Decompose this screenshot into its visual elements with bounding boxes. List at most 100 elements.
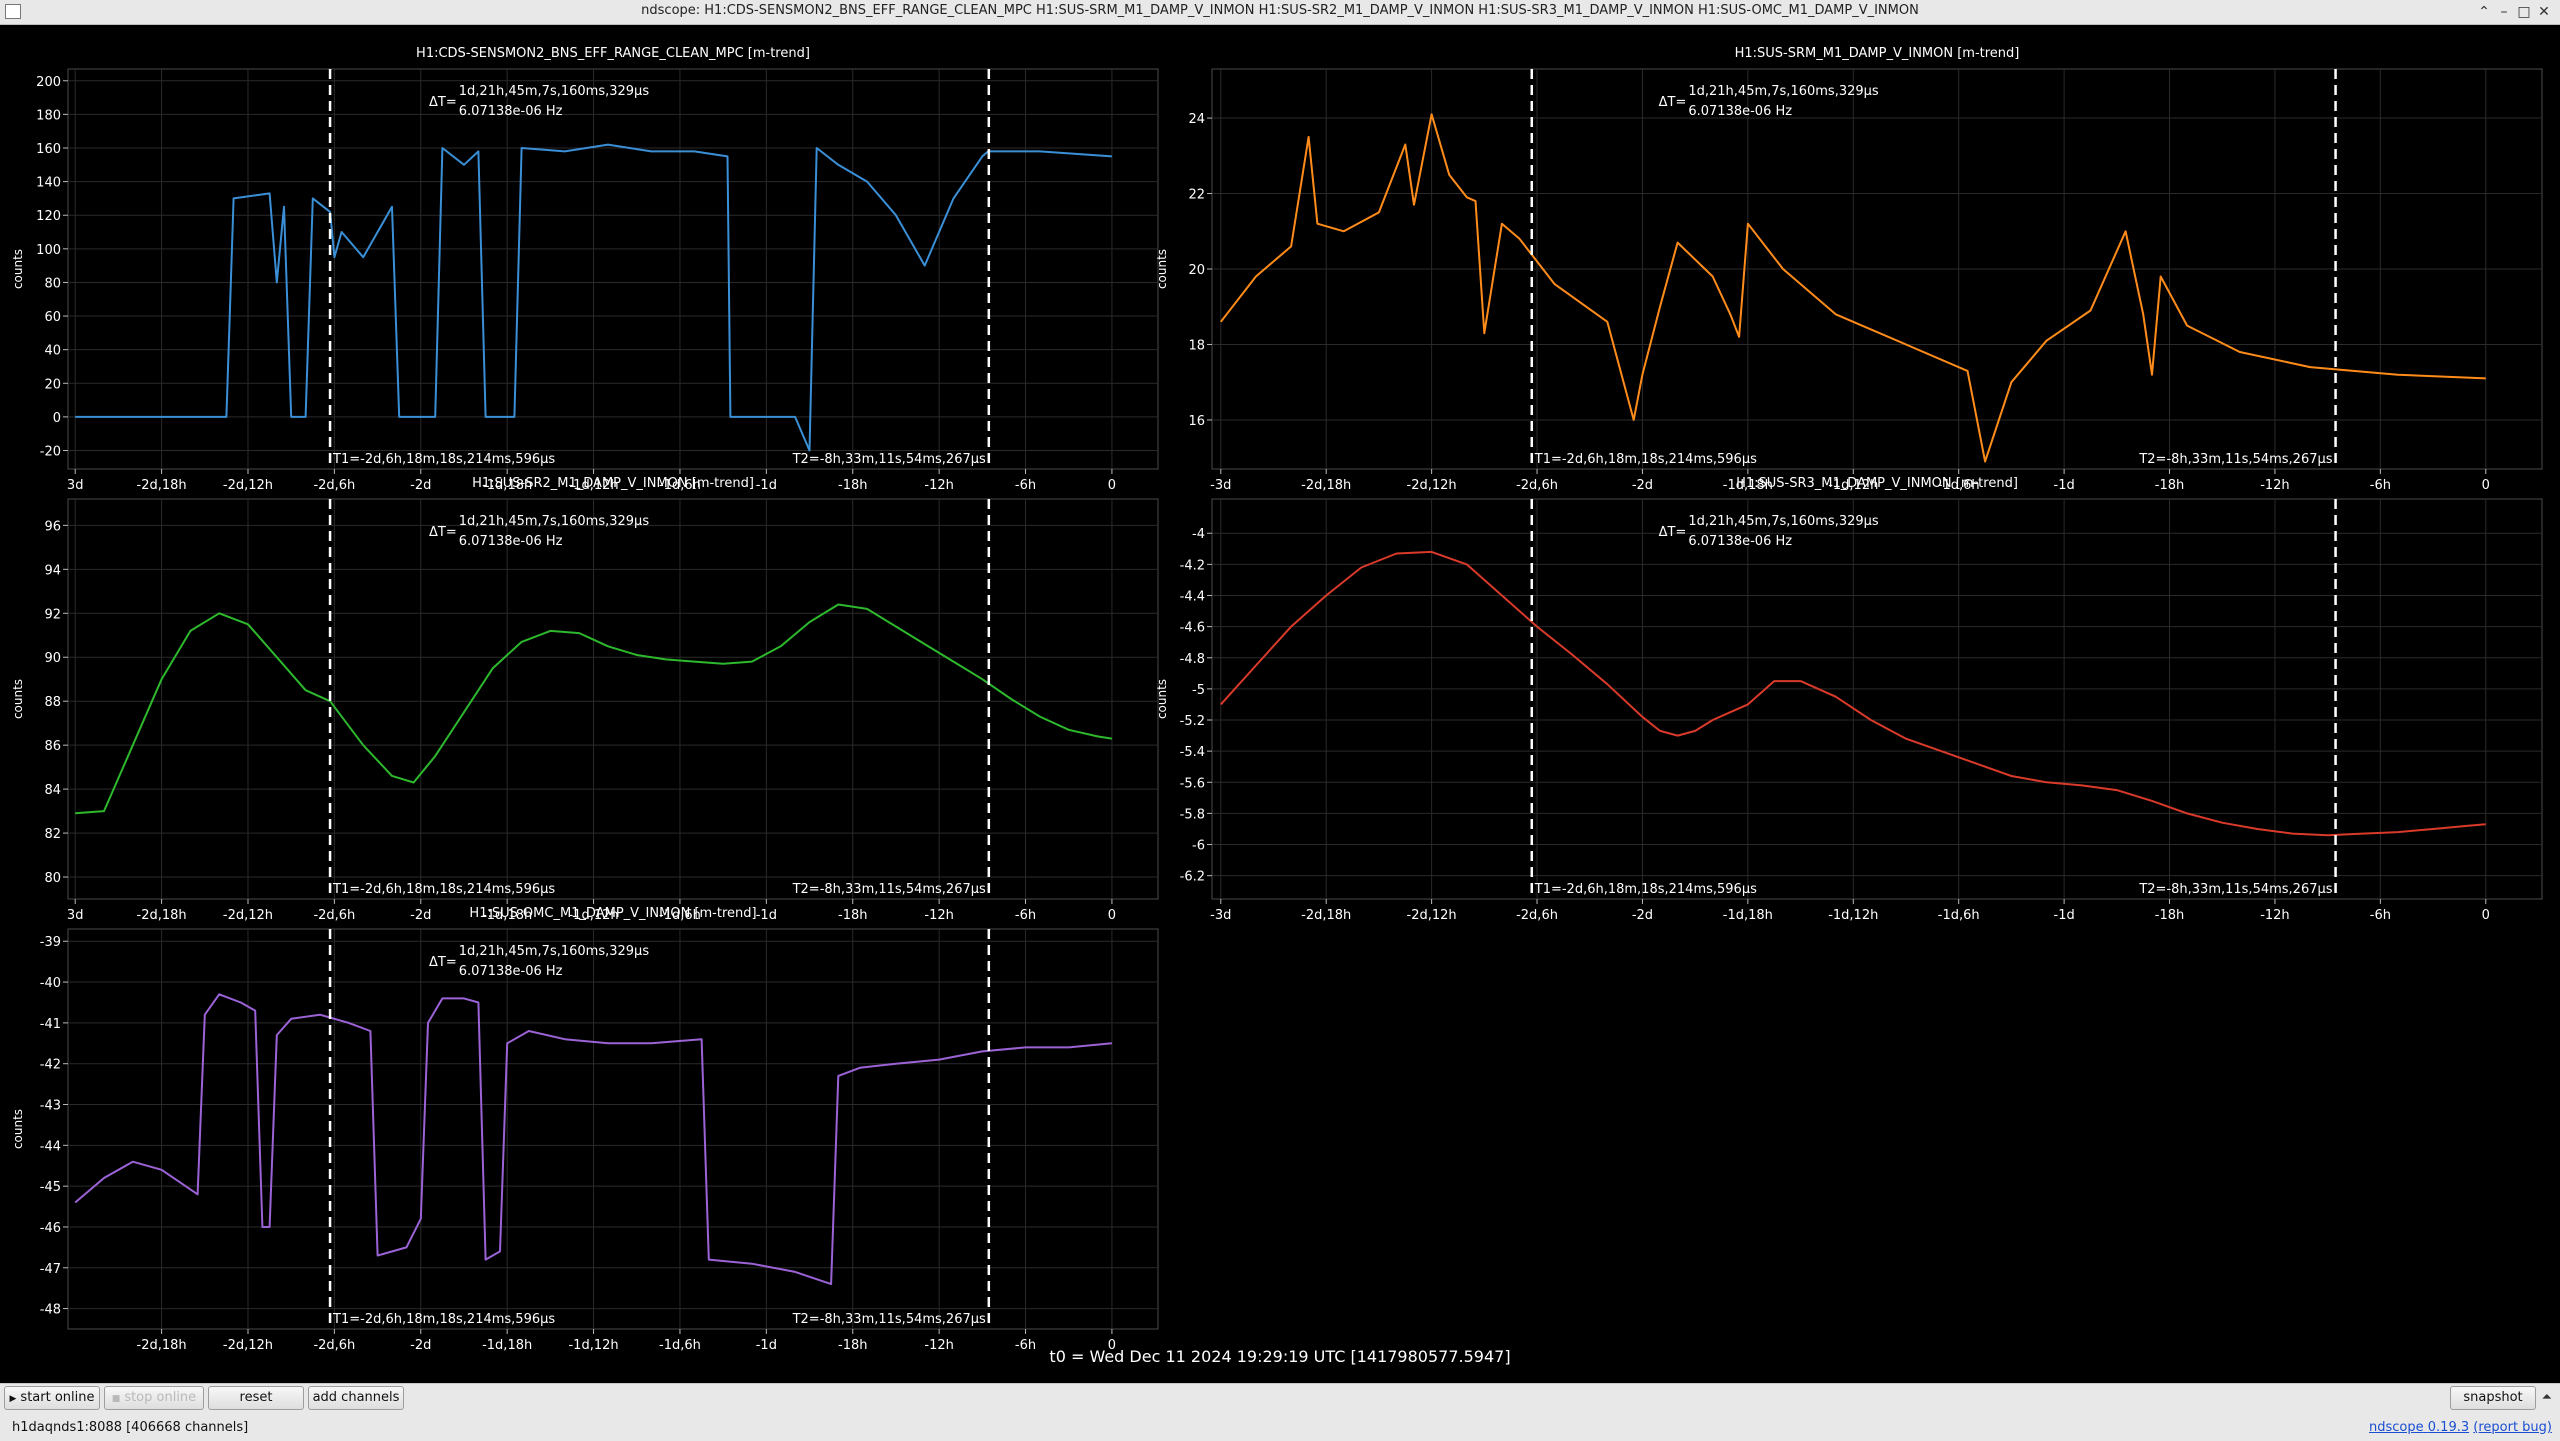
x-tick-label: -1d,18h	[1723, 908, 1773, 923]
x-tick-label: 0	[1108, 478, 1116, 493]
y-tick-label: -41	[40, 1017, 61, 1032]
x-tick-label: -6h	[1015, 908, 1036, 923]
x-tick-label: -3d	[1210, 908, 1231, 923]
plot-4[interactable]: H1:SUS-SR3_M1_DAMP_V_INMON [m-trend] -6.2…	[1155, 476, 2543, 923]
delta-t-label: ΔT=	[1659, 525, 1687, 540]
y-tick-label: -5	[1192, 683, 1205, 698]
x-tick-label: -2d,6h	[1516, 908, 1558, 923]
plot-3[interactable]: H1:SUS-SR2_M1_DAMP_V_INMON [m-trend] 80 82…	[11, 476, 1159, 923]
x-tick-label: -12h	[2260, 478, 2289, 493]
x-tick-label: -2d	[1632, 478, 1653, 493]
y-tick-label: 60	[44, 310, 61, 325]
y-tick-label: 88	[44, 695, 61, 710]
y-tick-label: 160	[36, 142, 61, 157]
cursor-t2-label: T2=-8h,33m,11s,54ms,267µs	[792, 1312, 986, 1327]
y-tick-label: -44	[40, 1139, 61, 1154]
y-tick-label: -39	[40, 935, 61, 950]
window-extra-button[interactable]: ⌃	[2474, 2, 2494, 22]
x-tick-label: -1d	[2054, 908, 2075, 923]
x-tick-label: -2d,12h	[1407, 478, 1457, 493]
plot-2[interactable]: H1:SUS-SRM_M1_DAMP_V_INMON [m-trend] 16 18…	[1155, 46, 2543, 493]
y-tick-label: 20	[44, 377, 61, 392]
x-tick-label: 0	[1108, 908, 1116, 923]
y-tick-label: 80	[44, 871, 61, 886]
x-tick-label: -1d,6h	[1938, 908, 1980, 923]
plot-frame	[67, 498, 1159, 900]
y-tick-label: 90	[44, 651, 61, 666]
y-tick-label: -6	[1192, 839, 1205, 854]
x-tick-label: -18h	[838, 478, 867, 493]
add-channels-button[interactable]: add channels	[308, 1386, 404, 1410]
y-tick-label: 80	[44, 276, 61, 291]
toolbar: ▶ start online ■ stop online reset add cha…	[0, 1383, 2560, 1441]
y-tick-label: 20	[1188, 263, 1205, 278]
version-link[interactable]: ndscope 0.19.3	[2369, 1420, 2469, 1435]
x-tick-label: -12h	[2260, 908, 2289, 923]
y-tick-label: -43	[40, 1099, 61, 1114]
y-tick-label: -45	[40, 1180, 61, 1195]
plot-frame	[67, 928, 1159, 1330]
play-icon: ▶	[9, 1394, 17, 1404]
plot-1[interactable]: H1:CDS-SENSMON2_BNS_EFF_RANGE_CLEAN_MPC …	[11, 46, 1159, 493]
y-tick-label: -4.4	[1180, 589, 1205, 604]
x-tick-label: -12h	[924, 908, 953, 923]
y-tick-label: 22	[1188, 188, 1205, 203]
x-tick-label: -18h	[2155, 478, 2184, 493]
close-button[interactable]: ✕	[2534, 2, 2554, 22]
collapse-arrow-icon[interactable]: ⏶	[2542, 1390, 2552, 1405]
x-tick-label: -2d	[1632, 908, 1653, 923]
y-tick-label: -48	[40, 1303, 61, 1318]
cursor-t1-label: T1=-2d,6h,18m,18s,214ms,596µs	[332, 1312, 555, 1327]
y-tick-label: -5.6	[1180, 776, 1205, 791]
delta-t-value: 1d,21h,45m,7s,160ms,329µs	[1688, 84, 1879, 99]
cursor-t1-label: T1=-2d,6h,18m,18s,214ms,596µs	[332, 452, 555, 467]
plot-title: H1:SUS-SR2_M1_DAMP_V_INMON [m-trend]	[472, 476, 754, 491]
x-tick-label: -6h	[2370, 478, 2391, 493]
cursor-t2-label: T2=-8h,33m,11s,54ms,267µs	[792, 882, 986, 897]
x-tick-label: -2d,6h	[1516, 478, 1558, 493]
x-tick-label: 0	[2482, 908, 2490, 923]
snapshot-button[interactable]: snapshot	[2450, 1386, 2536, 1410]
plot-title: H1:SUS-SRM_M1_DAMP_V_INMON [m-trend]	[1735, 46, 2020, 61]
x-tick-label: -6h	[2370, 908, 2391, 923]
y-tick-label: -42	[40, 1058, 61, 1073]
y-tick-label: 86	[44, 739, 61, 754]
x-tick-label: -2d,18h	[137, 478, 187, 493]
reset-button[interactable]: reset	[208, 1386, 304, 1410]
y-tick-label: -40	[40, 976, 61, 991]
x-tick-label: -1d	[756, 478, 777, 493]
delta-t-value: 1d,21h,45m,7s,160ms,329µs	[459, 944, 650, 959]
y-tick-label: -4	[1192, 527, 1205, 542]
delta-t-label: ΔT=	[429, 95, 457, 110]
delta-t-label: ΔT=	[429, 525, 457, 540]
x-tick-label: -2d,12h	[1407, 908, 1457, 923]
x-tick-label: -1d	[756, 908, 777, 923]
y-tick-label: -5.4	[1180, 745, 1205, 760]
y-tick-label: 140	[36, 176, 61, 191]
stop-icon: ■	[111, 1394, 121, 1404]
delta-t-frequency: 6.07138e-06 Hz	[459, 104, 563, 119]
start-online-button[interactable]: ▶ start online	[4, 1386, 100, 1410]
report-bug-link[interactable]: (report bug)	[2473, 1420, 2552, 1435]
y-axis-label: counts	[1155, 249, 1169, 289]
version-number: 0.19.3	[2427, 1420, 2470, 1435]
version-prefix: ndscope	[2369, 1420, 2424, 1435]
plot-5[interactable]: H1:SUS-OMC_M1_DAMP_V_INMON [m-trend] -48 -…	[11, 906, 1159, 1353]
y-tick-label: -20	[40, 445, 61, 460]
x-tick-label: 3d	[67, 478, 84, 493]
y-tick-label: 200	[36, 75, 61, 90]
plots-canvas[interactable]: H1:CDS-SENSMON2_BNS_EFF_RANGE_CLEAN_MPC …	[0, 25, 2560, 1383]
plot-area[interactable]: H1:CDS-SENSMON2_BNS_EFF_RANGE_CLEAN_MPC …	[0, 25, 2560, 1383]
delta-t-frequency: 6.07138e-06 Hz	[1688, 104, 1792, 119]
cursor-t1-label: T1=-2d,6h,18m,18s,214ms,596µs	[1534, 452, 1757, 467]
y-tick-label: 16	[1188, 414, 1205, 429]
y-axis-label: counts	[11, 679, 25, 719]
delta-t-value: 1d,21h,45m,7s,160ms,329µs	[459, 514, 650, 529]
minimize-button[interactable]: –	[2494, 2, 2514, 22]
maximize-button[interactable]: □	[2514, 2, 2534, 22]
y-tick-label: -4.8	[1180, 652, 1205, 667]
cursor-t2-label: T2=-8h,33m,11s,54ms,267µs	[2138, 452, 2332, 467]
stop-online-button[interactable]: ■ stop online	[104, 1386, 204, 1410]
y-tick-label: 92	[44, 607, 61, 622]
y-tick-label: 100	[36, 243, 61, 258]
